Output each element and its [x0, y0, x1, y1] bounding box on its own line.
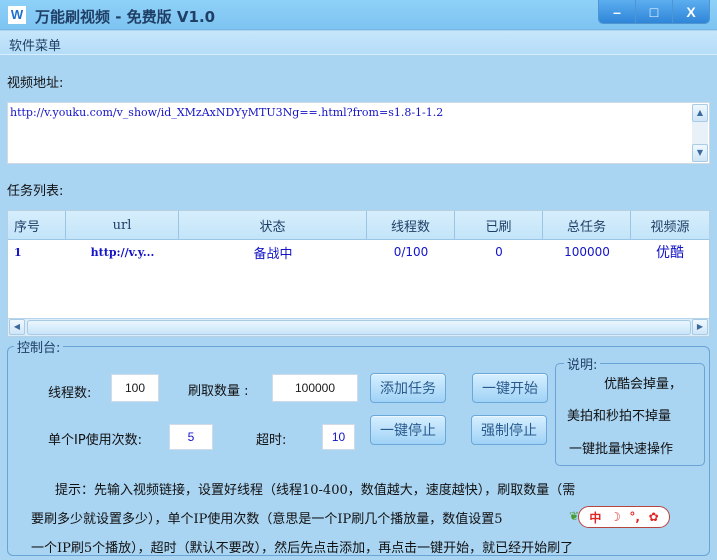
- table-horizontal-scrollbar[interactable]: ◀ ▶: [8, 318, 709, 336]
- cell-index: 1: [14, 245, 22, 259]
- note-line-2: 美拍和秒拍不掉量: [567, 409, 672, 424]
- tip-line-3: 一个IP刷5个播放），超时（默认不要改），然后先点击添加，再点击一键开始，就已经…: [31, 541, 574, 556]
- tip-line-2: 要刷多少就设置多少），单个IP使用次数（意思是一个IP刷几个播放量，数值设置5: [31, 512, 503, 527]
- minimize-button[interactable]: –: [599, 0, 636, 23]
- table-header: 序号 url 状态 线程数 已刷 总任务 视频源: [8, 211, 709, 240]
- video-url-textarea[interactable]: http://v.youku.com/v_show/id_XMzAxNDYyMT…: [7, 102, 710, 164]
- column-header-done[interactable]: 已刷: [455, 211, 543, 240]
- timeout-input[interactable]: 10: [322, 424, 355, 450]
- task-table: 序号 url 状态 线程数 已刷 总任务 视频源 1 http://v.y...…: [7, 210, 710, 337]
- cell-url: http://v.y...: [90, 245, 155, 259]
- column-header-url[interactable]: url: [66, 211, 179, 240]
- note-line-1: 优酷会掉量，: [604, 377, 683, 392]
- column-header-source[interactable]: 视频源: [631, 211, 709, 240]
- ime-punctuation-icon[interactable]: °,: [629, 510, 640, 524]
- column-header-total[interactable]: 总任务: [543, 211, 631, 240]
- ime-chinese-mode-icon[interactable]: 中: [589, 509, 601, 526]
- menu-bar: 软件菜单: [0, 31, 717, 55]
- stop-all-button[interactable]: 一键停止: [370, 415, 446, 445]
- start-all-button[interactable]: 一键开始: [472, 373, 548, 403]
- menu-software[interactable]: 软件菜单: [9, 35, 61, 54]
- count-input[interactable]: 100000: [272, 374, 358, 402]
- cell-threads: 0/100: [393, 245, 429, 259]
- video-address-label: 视频地址:: [7, 76, 64, 91]
- add-task-button[interactable]: 添加任务: [370, 373, 446, 403]
- ip-uses-label: 单个IP使用次数:: [48, 433, 143, 448]
- close-button[interactable]: X: [673, 0, 709, 23]
- scroll-down-button[interactable]: ▼: [692, 144, 708, 162]
- cell-done: 0: [495, 245, 503, 259]
- timeout-label: 超时:: [256, 433, 287, 448]
- threads-label: 线程数:: [48, 386, 92, 401]
- url-vertical-scrollbar[interactable]: ▲ ▼: [692, 104, 708, 162]
- cell-source: 优酷: [656, 245, 684, 261]
- scroll-up-button[interactable]: ▲: [692, 104, 708, 122]
- scroll-left-button[interactable]: ◀: [9, 319, 25, 335]
- title-bar: W 万能刷视频 - 免费版 V1.0 – □ X: [0, 0, 717, 30]
- scroll-right-button[interactable]: ▶: [692, 319, 708, 335]
- console-legend: 控制台:: [14, 337, 64, 356]
- note-line-3: 一键批量快速操作: [569, 442, 674, 457]
- ime-moon-icon[interactable]: ☽: [610, 510, 621, 524]
- maximize-button[interactable]: □: [636, 0, 673, 23]
- cell-status: 备战中: [253, 246, 293, 262]
- app-logo-icon: W: [8, 6, 26, 24]
- count-label: 刷取数量 :: [188, 384, 249, 399]
- ime-toolbar[interactable]: 中 ☽ °, ✿: [578, 506, 670, 528]
- ip-uses-input[interactable]: 5: [169, 424, 213, 450]
- task-list-label: 任务列表:: [7, 184, 64, 199]
- window-controls: – □ X: [598, 0, 710, 24]
- scroll-thumb[interactable]: [27, 320, 691, 335]
- window-title: 万能刷视频 - 免费版 V1.0: [35, 8, 216, 26]
- cell-total: 100000: [564, 245, 610, 259]
- column-header-status[interactable]: 状态: [179, 211, 367, 240]
- threads-input[interactable]: 100: [111, 374, 159, 402]
- column-header-threads[interactable]: 线程数: [367, 211, 455, 240]
- table-row[interactable]: 1 http://v.y... 备战中 0/100 0 100000 优酷: [8, 242, 709, 262]
- ime-settings-icon[interactable]: ✿: [649, 510, 659, 524]
- force-stop-button[interactable]: 强制停止: [471, 415, 547, 445]
- column-header-index[interactable]: 序号: [8, 211, 66, 240]
- video-url-text: http://v.youku.com/v_show/id_XMzAxNDYyMT…: [10, 106, 444, 119]
- tip-line-1: 提示：先输入视频链接，设置好线程（线程10-400，数值越大，速度越快），刷取数…: [55, 483, 576, 498]
- notes-legend: 说明:: [564, 354, 601, 373]
